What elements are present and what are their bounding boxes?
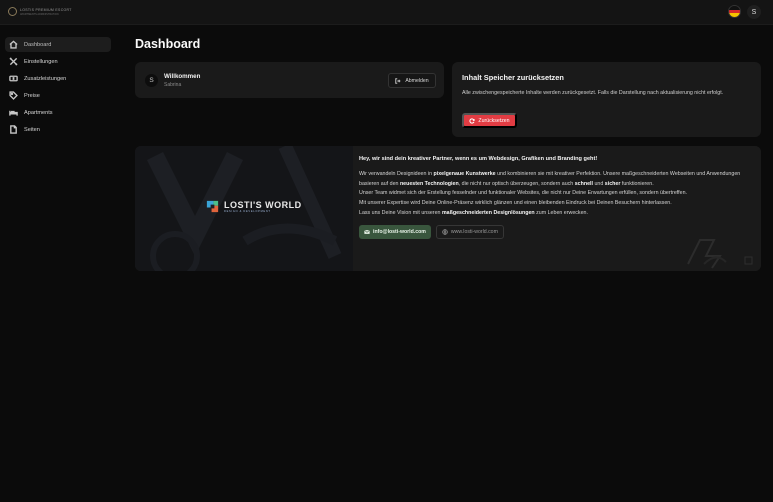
- page-title: Dashboard: [135, 37, 201, 51]
- mail-icon: [364, 229, 370, 234]
- sidebar-item-einstellungen[interactable]: Einstellungen: [5, 54, 111, 69]
- losti-world-logo-title: LOSTI'S WORLD: [224, 200, 302, 210]
- sidebar-item-seiten[interactable]: Seiten: [5, 122, 111, 137]
- sidebar-item-preise[interactable]: Preise: [5, 88, 111, 103]
- welcome-card: S Willkommen Sabrina Abmelden: [135, 62, 444, 98]
- website-link-button[interactable]: www.losti-world.com: [435, 224, 504, 239]
- sidebar-item-label: Zusatzleistungen: [24, 75, 67, 82]
- welcome-username: Sabrina: [164, 82, 182, 88]
- sidebar-item-label: Preise: [24, 92, 40, 99]
- losti-world-mark-icon: [206, 200, 219, 213]
- cache-reset-card: Inhalt Speicher zurücksetzen Alle zwisch…: [452, 62, 761, 137]
- avatar: S: [145, 74, 158, 87]
- logout-button-label: Abmelden: [405, 77, 429, 84]
- cache-reset-title: Inhalt Speicher zurücksetzen: [462, 73, 564, 82]
- top-bar: LOSTIS PREMIUM ESCORT APARTMENTS ADMINIS…: [0, 0, 773, 25]
- decorative-frame-icon: [744, 256, 753, 265]
- ticket-icon: [9, 74, 18, 83]
- cache-reset-description: Alle zwischengespeicherte Inhalte werden…: [462, 90, 724, 96]
- email-link-label: info@losti-world.com: [373, 228, 426, 235]
- sidebar-item-apartments[interactable]: Apartments: [5, 105, 111, 120]
- website-link-label: www.losti-world.com: [450, 228, 498, 235]
- sidebar-item-zusatzleistungen[interactable]: Zusatzleistungen: [5, 71, 111, 86]
- decorative-logo-outline-icon: [687, 239, 727, 269]
- losti-world-logo-subtitle: DESIGN & DEVELOPMENT: [224, 210, 271, 213]
- globe-icon: [442, 228, 448, 235]
- reset-cache-button[interactable]: Zurücksetzen: [462, 113, 517, 128]
- logo-subtitle: APARTMENTS ADMINISTRATION: [20, 12, 59, 16]
- user-avatar[interactable]: S: [747, 5, 761, 19]
- sidebar-item-label: Apartments: [24, 109, 53, 116]
- reset-cache-button-label: Zurücksetzen: [478, 117, 510, 124]
- sidebar: Dashboard Einstellungen Zusatzleistungen…: [5, 37, 111, 139]
- partner-content: Hey, wir sind dein kreativer Partner, we…: [359, 156, 751, 239]
- german-flag-icon[interactable]: [728, 5, 741, 18]
- logo-emblem-icon: [8, 7, 17, 16]
- sidebar-item-label: Seiten: [24, 126, 40, 133]
- losti-world-logo: LOSTI'S WORLD DESIGN & DEVELOPMENT: [205, 199, 302, 214]
- partner-paragraph-2: Unser Team widmet sich der Erstellung fe…: [359, 190, 687, 197]
- welcome-title: Willkommen: [164, 73, 201, 80]
- brand-logo[interactable]: LOSTIS PREMIUM ESCORT APARTMENTS ADMINIS…: [8, 7, 72, 16]
- partner-paragraph-3: Mit unserer Expertise wird Deine Online-…: [359, 200, 672, 207]
- sidebar-item-dashboard[interactable]: Dashboard: [5, 37, 111, 52]
- sidebar-item-label: Dashboard: [24, 41, 52, 48]
- logout-button[interactable]: Abmelden: [388, 73, 436, 88]
- home-icon: [9, 40, 18, 49]
- tools-icon: [9, 57, 18, 66]
- refresh-icon: [469, 117, 476, 124]
- sidebar-item-label: Einstellungen: [24, 58, 58, 65]
- email-link-button[interactable]: info@losti-world.com: [359, 224, 431, 239]
- partner-paragraph-4: Lass uns Deine Vision mit unseren maßges…: [359, 209, 588, 216]
- partner-card: LOSTI'S WORLD DESIGN & DEVELOPMENT Hey, …: [135, 146, 761, 271]
- partner-paragraph-1: Wir verwandeln Designideen in pixelgenau…: [359, 171, 741, 187]
- bed-icon: [9, 108, 18, 117]
- partner-heading: Hey, wir sind dein kreativer Partner, we…: [359, 156, 598, 162]
- logout-icon: [395, 77, 401, 84]
- file-icon: [9, 125, 18, 134]
- logo-title: LOSTIS PREMIUM ESCORT: [20, 7, 72, 12]
- tag-icon: [9, 91, 18, 100]
